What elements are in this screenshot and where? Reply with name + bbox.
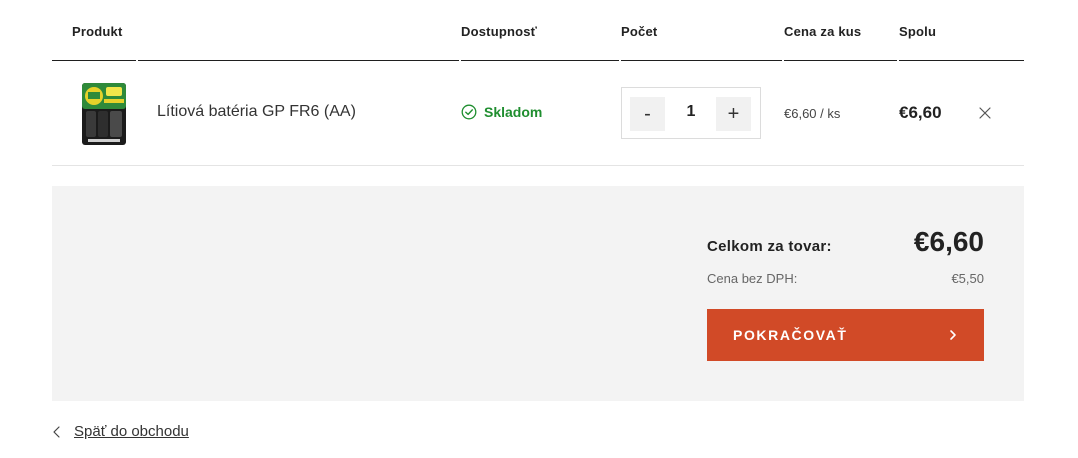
line-total: €6,60: [899, 103, 942, 122]
close-icon[interactable]: [978, 106, 992, 120]
check-circle-icon: [461, 104, 477, 120]
header-unit-price: Cena za kus: [784, 24, 862, 39]
cart-header-row: Produkt Dostupnosť Počet Cena za kus Spo…: [52, 0, 1024, 61]
quantity-input[interactable]: 1: [674, 103, 708, 121]
chevron-right-icon: [950, 330, 956, 340]
quantity-stepper: - 1 +: [621, 87, 761, 139]
vat-free-value: €5,50: [951, 271, 984, 286]
product-name[interactable]: Lítiová batéria GP FR6 (AA): [157, 103, 356, 121]
header-availability: Dostupnosť: [461, 24, 538, 39]
vat-free-label: Cena bez DPH:: [707, 271, 798, 286]
header-quantity: Počet: [621, 24, 658, 39]
chevron-left-icon: [53, 425, 60, 438]
goods-total-label: Celkom za tovar:: [707, 238, 832, 255]
unit-price: €6,60 / ks: [784, 106, 841, 121]
header-product: Produkt: [72, 24, 123, 39]
continue-button[interactable]: POKRAČOVAŤ: [707, 309, 984, 361]
cart-item-row: Lítiová batéria GP FR6 (AA) Skladom - 1 …: [52, 61, 1024, 166]
cart-summary: Celkom za tovar: €6,60 Cena bez DPH: €5,…: [52, 186, 1024, 401]
quantity-increase-button[interactable]: +: [716, 97, 751, 131]
battery-product-image[interactable]: [80, 81, 128, 147]
back-to-shop-link[interactable]: Späť do obchodu: [52, 423, 189, 440]
header-total: Spolu: [899, 24, 937, 39]
goods-total-value: €6,60: [913, 226, 984, 257]
quantity-decrease-button[interactable]: -: [630, 97, 665, 131]
availability-label: Skladom: [484, 104, 543, 120]
continue-button-label: POKRAČOVAŤ: [733, 327, 848, 343]
back-to-shop-label[interactable]: Späť do obchodu: [74, 423, 189, 440]
availability-status: Skladom: [461, 104, 542, 120]
cart-table: Produkt Dostupnosť Počet Cena za kus Spo…: [52, 0, 1024, 166]
